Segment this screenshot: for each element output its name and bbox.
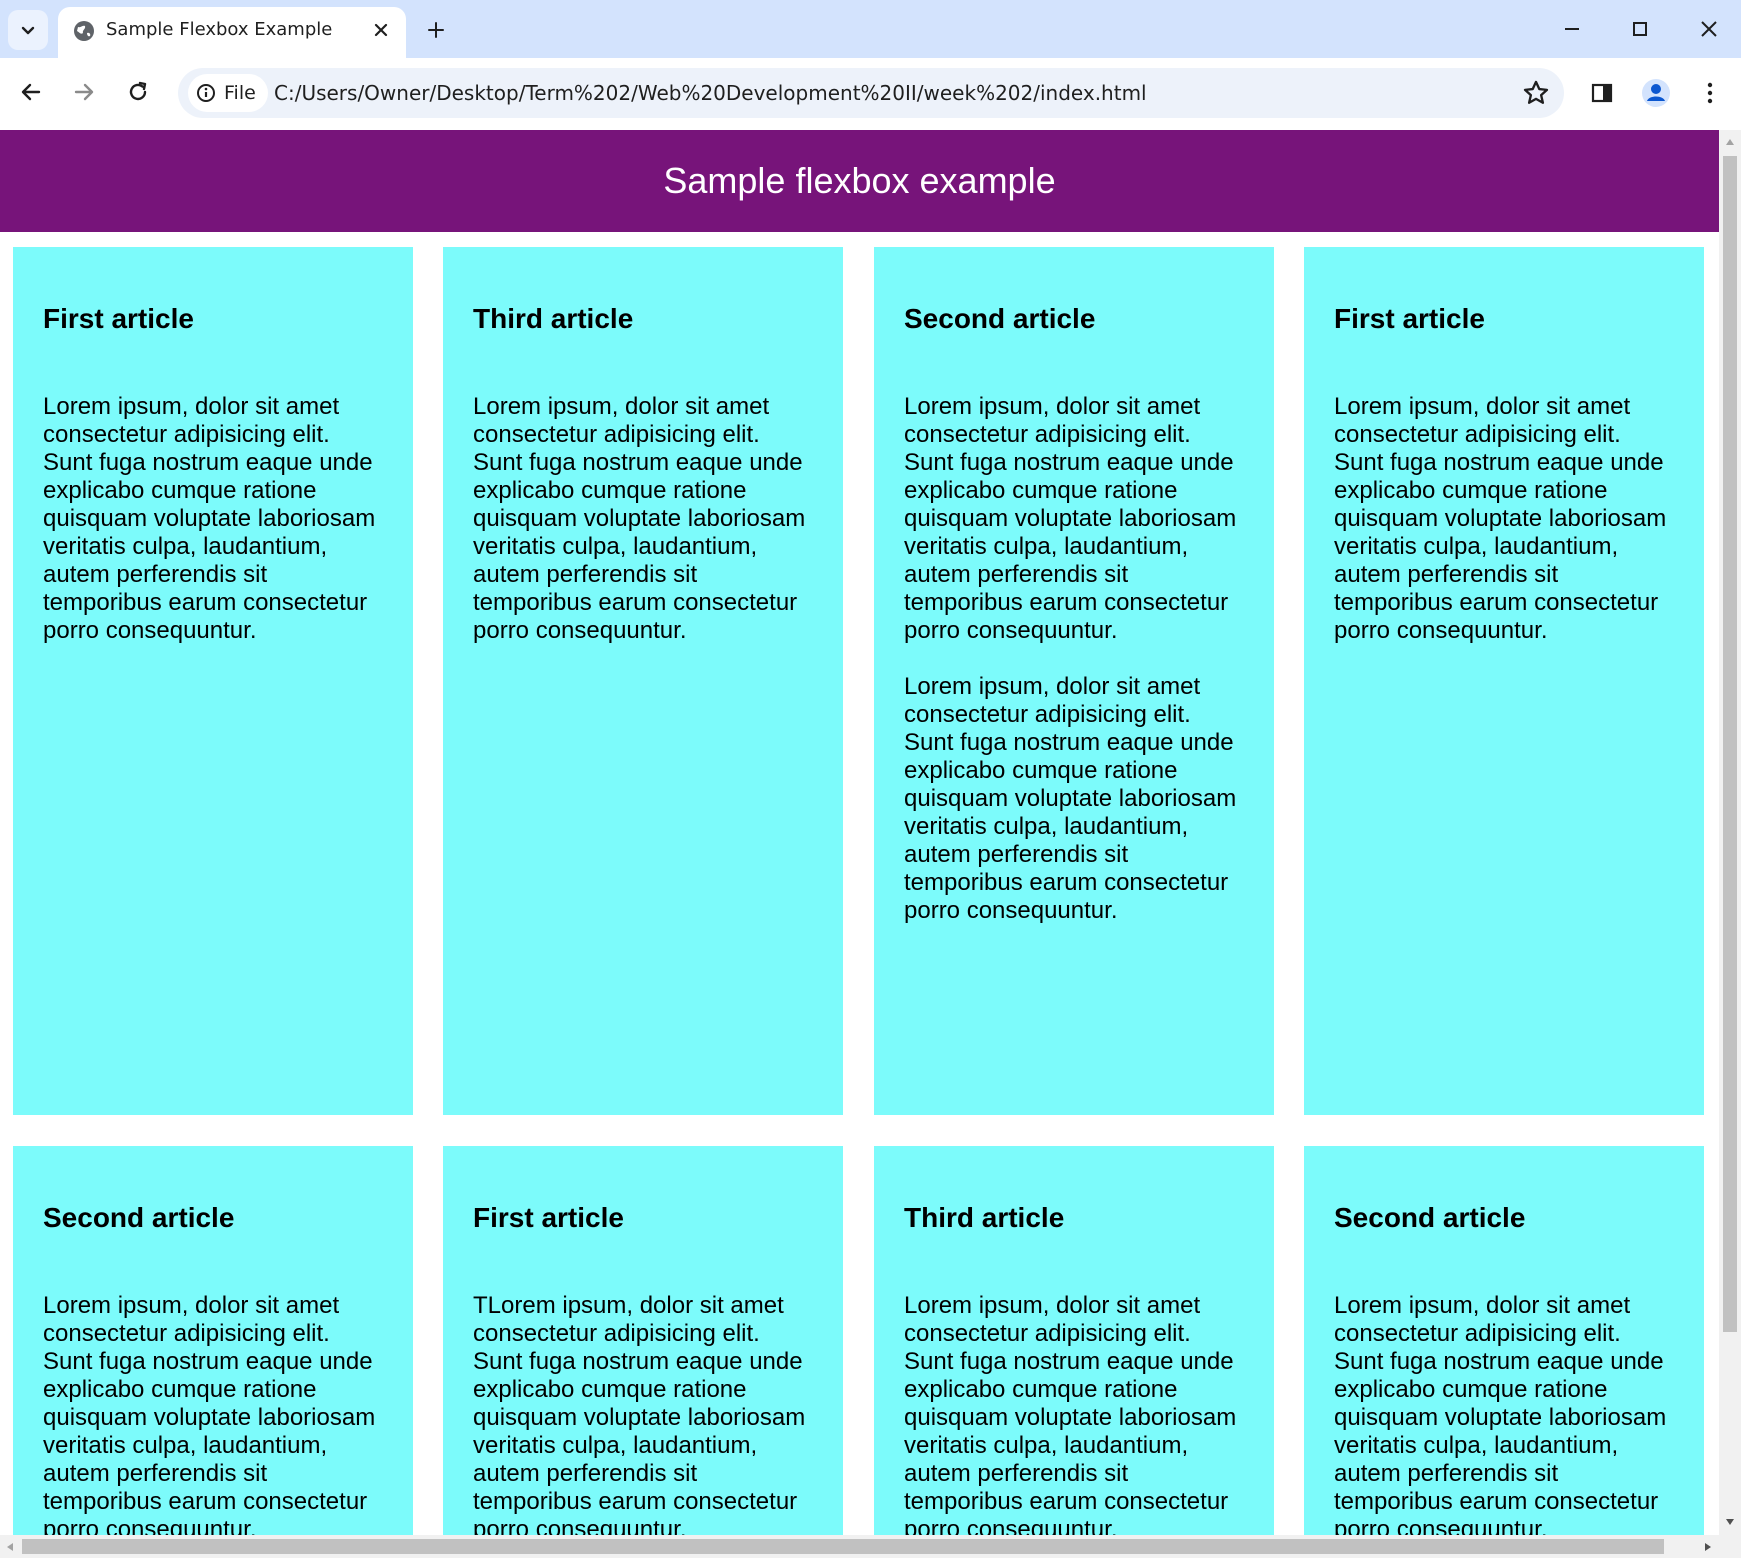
maximize-button[interactable]: [1610, 6, 1670, 52]
scroll-left-arrow-icon[interactable]: [6, 1542, 14, 1552]
tab-title: Sample Flexbox Example: [106, 19, 333, 40]
url-text[interactable]: C:/Users/Owner/Desktop/Term%202/Web%20De…: [274, 81, 1147, 105]
site-info-chip[interactable]: File: [188, 74, 268, 112]
forward-arrow-icon: [74, 83, 94, 101]
scroll-down-arrow-icon[interactable]: [1725, 1518, 1735, 1526]
side-panel-icon: [1591, 83, 1613, 103]
side-panel-button[interactable]: [1582, 73, 1622, 113]
more-vert-icon: [1707, 82, 1713, 104]
browser-toolbar: File C:/Users/Owner/Desktop/Term%202/Web…: [0, 58, 1741, 131]
article-card: Third article Lorem ipsum, dolor sit ame…: [443, 247, 843, 1115]
article-title: First article: [43, 303, 194, 334]
article-paragraph: Lorem ipsum, dolor sit amet consectetur …: [904, 1292, 1237, 1535]
reload-icon: [129, 81, 147, 101]
profile-icon: [1642, 79, 1670, 107]
minimize-icon: [1565, 28, 1579, 30]
window-close-icon: [1701, 21, 1717, 37]
vertical-scroll-thumb[interactable]: [1723, 156, 1737, 1332]
article-title: First article: [1334, 303, 1485, 334]
tab-close-button[interactable]: [368, 17, 394, 43]
page-header: Sample flexbox example: [0, 130, 1719, 232]
scroll-up-arrow-icon[interactable]: [1725, 138, 1735, 146]
close-icon: [374, 23, 388, 37]
article-paragraph: Lorem ipsum, dolor sit amet consectetur …: [1334, 1292, 1667, 1535]
more-menu-button[interactable]: [1690, 73, 1730, 113]
article-title: Second article: [904, 303, 1096, 334]
back-arrow-icon: [21, 83, 41, 101]
scroll-right-arrow-icon[interactable]: [1704, 1542, 1712, 1552]
tab-search-icon: [21, 26, 35, 35]
article-paragraph: Lorem ipsum, dolor sit amet consectetur …: [1334, 393, 1667, 644]
active-tab[interactable]: Sample Flexbox Example: [58, 7, 406, 58]
vertical-scrollbar[interactable]: [1719, 130, 1741, 1535]
back-button[interactable]: [9, 70, 53, 114]
page-title: Sample flexbox example: [663, 160, 1056, 201]
window-close-button[interactable]: [1679, 6, 1739, 52]
article-card: First article Lorem ipsum, dolor sit ame…: [1304, 247, 1704, 1115]
article-paragraph: Lorem ipsum, dolor sit amet consectetur …: [43, 393, 376, 644]
article-card: Third article Lorem ipsum, dolor sit ame…: [874, 1146, 1274, 1535]
article-paragraph: TLorem ipsum, dolor sit amet consectetur…: [473, 1292, 806, 1535]
horizontal-scrollbar[interactable]: [0, 1535, 1741, 1558]
info-icon: [197, 84, 215, 102]
article-title: First article: [473, 1202, 624, 1233]
article-title: Second article: [43, 1202, 235, 1233]
article-paragraph: Lorem ipsum, dolor sit amet consectetur …: [904, 673, 1237, 924]
new-tab-button[interactable]: [420, 14, 452, 46]
site-info-label: File: [224, 82, 256, 104]
article-card: Second article Lorem ipsum, dolor sit am…: [874, 247, 1274, 1115]
forward-button[interactable]: [62, 70, 106, 114]
page-viewport: Sample flexbox example First article Lor…: [0, 130, 1719, 1535]
tab-strip: Sample Flexbox Example: [0, 0, 1741, 58]
article-title: Third article: [904, 1202, 1065, 1233]
article-title: Second article: [1334, 1202, 1526, 1233]
article-paragraph: Lorem ipsum, dolor sit amet consectetur …: [473, 393, 806, 644]
globe-icon: [74, 21, 94, 41]
article-card: First article Lorem ipsum, dolor sit ame…: [13, 247, 413, 1115]
horizontal-scroll-thumb[interactable]: [22, 1539, 1664, 1554]
article-card: Second article Lorem ipsum, dolor sit am…: [1304, 1146, 1704, 1535]
minimize-button[interactable]: [1542, 6, 1602, 52]
article-card: Second article Lorem ipsum, dolor sit am…: [13, 1146, 413, 1535]
article-title: Third article: [473, 303, 634, 334]
article-card: First article TLorem ipsum, dolor sit am…: [443, 1146, 843, 1535]
tab-search-button[interactable]: [8, 10, 48, 50]
address-bar[interactable]: File C:/Users/Owner/Desktop/Term%202/Web…: [178, 68, 1564, 118]
plus-icon: [428, 22, 444, 38]
profile-button[interactable]: [1636, 73, 1676, 113]
maximize-icon: [1633, 22, 1647, 36]
article-paragraph: Lorem ipsum, dolor sit amet consectetur …: [43, 1292, 376, 1535]
article-paragraph: Lorem ipsum, dolor sit amet consectetur …: [904, 393, 1237, 644]
star-icon[interactable]: [1522, 79, 1550, 107]
reload-button[interactable]: [116, 70, 160, 114]
